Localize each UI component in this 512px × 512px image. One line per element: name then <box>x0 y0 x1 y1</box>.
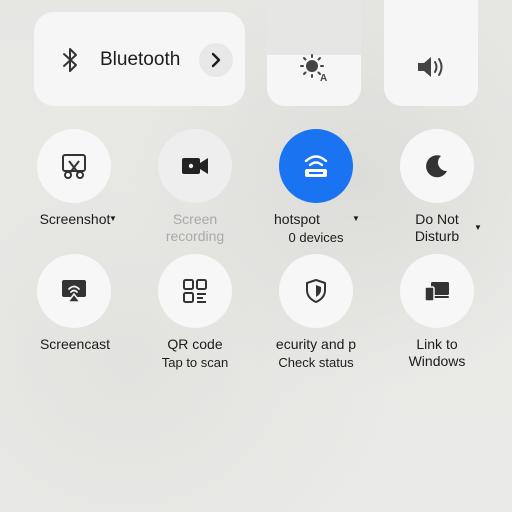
hotspot-status: 0 devices <box>288 230 344 245</box>
qr-code-tile[interactable] <box>158 254 232 328</box>
screen-recording-label-line2: recording <box>165 228 225 244</box>
bluetooth-icon <box>58 46 82 74</box>
qr-code-sublabel: Tap to scan <box>161 355 229 370</box>
screen-recording-tile[interactable] <box>158 129 232 203</box>
screenshot-tile[interactable] <box>37 129 111 203</box>
qr-code-icon <box>182 278 208 304</box>
video-camera-icon <box>181 155 209 177</box>
screenshot-dropdown-caret-icon[interactable]: ▼ <box>109 214 117 223</box>
security-label: ecurity and p <box>275 336 357 352</box>
security-tile[interactable] <box>279 254 353 328</box>
hotspot-router-icon <box>301 153 331 179</box>
screen-recording-label-line1: Screen <box>172 211 218 227</box>
screencast-icon <box>60 278 88 304</box>
phone-laptop-icon <box>423 279 451 303</box>
moon-icon <box>424 153 450 179</box>
link-to-windows-label-line1: Link to <box>416 336 458 352</box>
hotspot-label: hotspot <box>274 211 320 227</box>
qr-code-label: QR code <box>167 336 223 352</box>
screencast-label: Screencast <box>39 336 111 352</box>
bluetooth-label: Bluetooth <box>100 49 181 70</box>
screenshot-scissors-icon <box>60 152 88 180</box>
brightness-slider[interactable]: A <box>267 0 361 106</box>
link-to-windows-tile[interactable] <box>400 254 474 328</box>
hotspot-dropdown-caret-icon[interactable]: ▼ <box>352 214 360 223</box>
link-to-windows-label-line2: Windows <box>408 353 466 369</box>
dnd-tile[interactable] <box>400 129 474 203</box>
hotspot-tile[interactable] <box>279 129 353 203</box>
volume-slider[interactable] <box>384 0 478 106</box>
security-status: Check status <box>278 355 354 370</box>
auto-brightness-icon: A <box>299 52 329 82</box>
chevron-right-icon <box>209 52 223 68</box>
dnd-dropdown-caret-icon[interactable]: ▼ <box>474 223 482 232</box>
shield-icon <box>304 278 328 304</box>
volume-icon <box>415 52 445 82</box>
svg-text:A: A <box>320 73 327 82</box>
screencast-tile[interactable] <box>37 254 111 328</box>
bluetooth-expand-button[interactable] <box>199 43 233 77</box>
brightness-slider-fill <box>267 0 361 55</box>
